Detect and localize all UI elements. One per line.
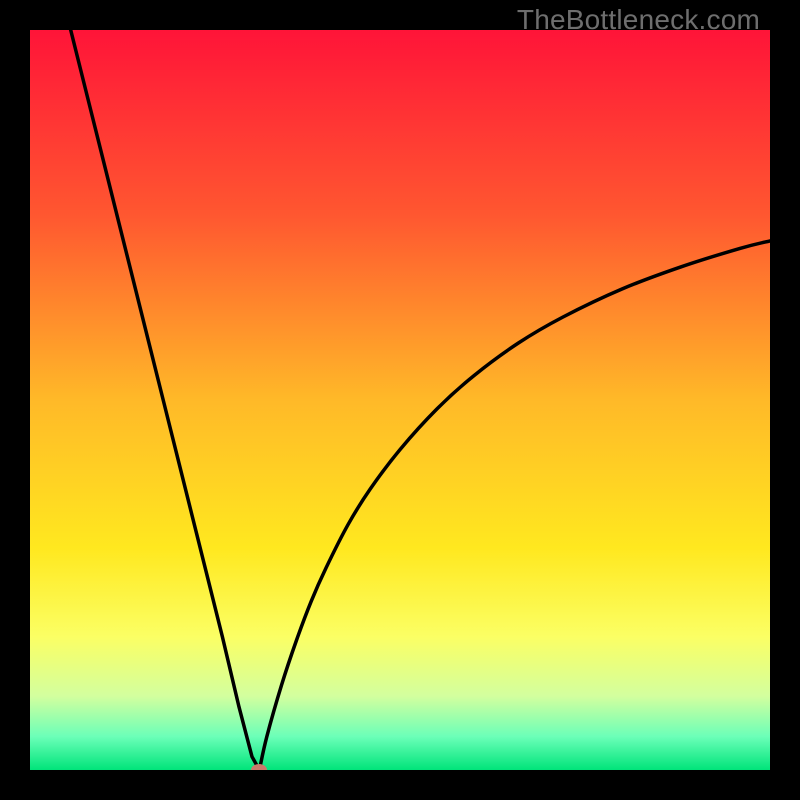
plot-area <box>30 30 770 770</box>
bottleneck-curve <box>30 30 770 770</box>
chart-canvas: TheBottleneck.com <box>0 0 800 800</box>
minimum-marker <box>251 764 267 770</box>
